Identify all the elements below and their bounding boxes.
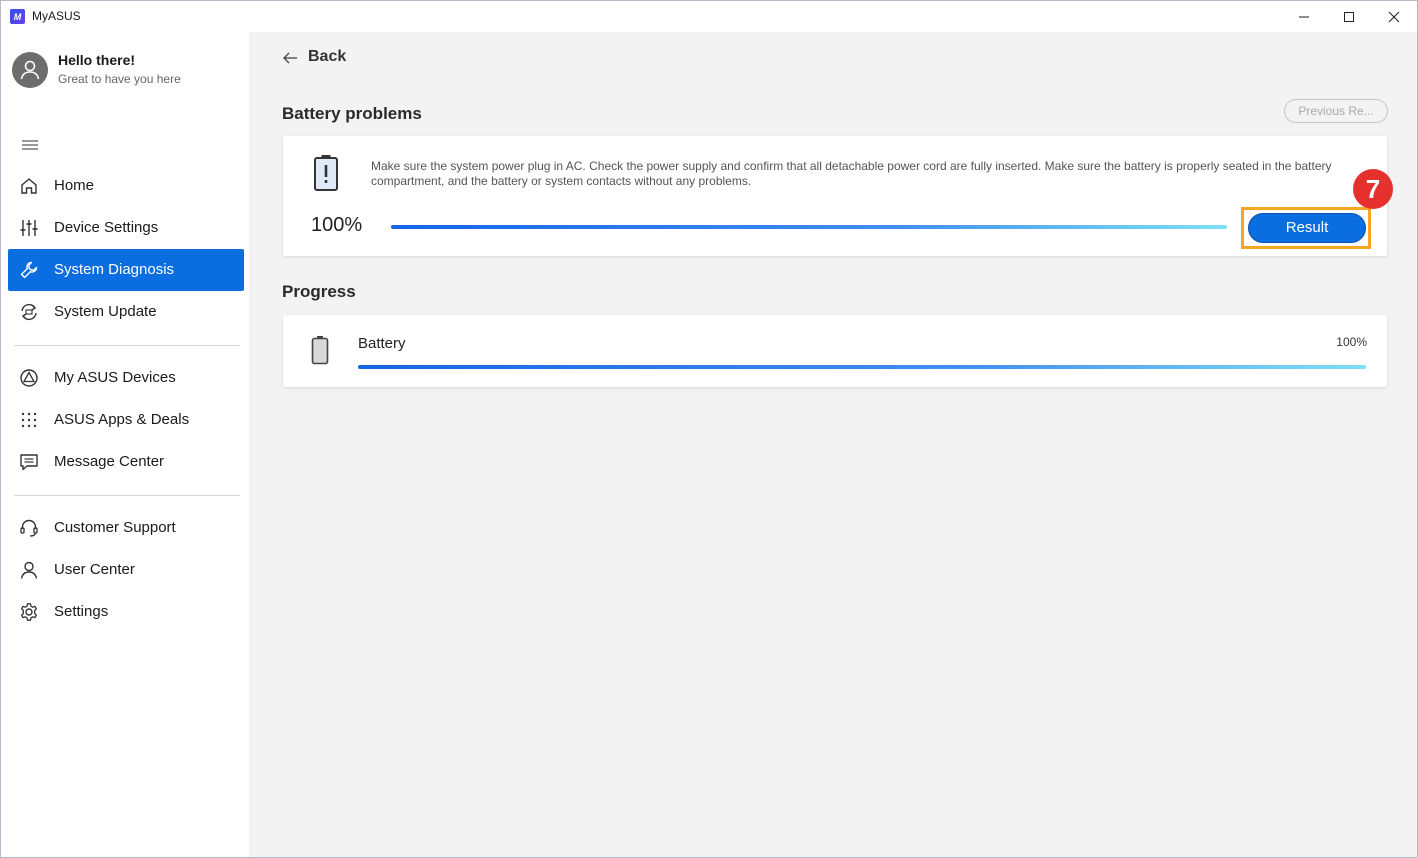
back-button[interactable]: Back <box>282 47 346 69</box>
progress-title: Progress <box>282 282 356 301</box>
user-avatar-icon <box>20 60 40 80</box>
headset-icon <box>20 519 38 537</box>
app-title: MyASUS <box>32 9 81 23</box>
myasus-window: M MyASUS Hello there! Great to have you … <box>0 0 1418 858</box>
sidebar-item-system-diagnosis[interactable]: System Diagnosis <box>8 249 244 291</box>
greeting-title: Hello there! <box>58 52 136 68</box>
sidebar-item-system-update[interactable]: System Update <box>8 291 244 333</box>
maximize-button[interactable] <box>1326 1 1372 32</box>
minimize-icon <box>1299 16 1309 17</box>
problem-title: Battery problems <box>282 104 422 123</box>
battery-warning-icon <box>314 155 338 191</box>
sidebar-item-customer-support[interactable]: Customer Support <box>8 507 244 549</box>
sidebar-item-label: Home <box>54 177 95 194</box>
sidebar-item-label: My ASUS Devices <box>54 369 176 386</box>
menu-toggle-button[interactable] <box>21 138 39 152</box>
sidebar-item-home[interactable]: Home <box>8 165 244 207</box>
previous-results-button[interactable]: Previous Re... <box>1284 99 1388 123</box>
close-button[interactable] <box>1371 1 1417 32</box>
sidebar-divider <box>14 495 240 496</box>
wrench-icon <box>20 261 38 279</box>
step-number-badge: 7 <box>1353 169 1393 209</box>
home-icon <box>21 178 37 194</box>
sidebar-item-label: System Update <box>54 303 157 320</box>
sidebar-item-settings[interactable]: Settings <box>8 591 244 633</box>
sidebar-item-label: Customer Support <box>54 519 176 536</box>
gear-icon <box>20 603 38 621</box>
progress-item-bar <box>358 365 1366 369</box>
hamburger-icon <box>22 140 38 150</box>
sidebar-item-label: Device Settings <box>54 219 159 236</box>
minimize-button[interactable] <box>1281 1 1327 32</box>
sidebar-item-label: Settings <box>54 603 109 620</box>
profile-section[interactable]: Hello there! Great to have you here <box>12 52 242 92</box>
greeting-subtitle: Great to have you here <box>58 72 181 86</box>
diagnosis-description: Make sure the system power plug in AC. C… <box>371 159 1332 188</box>
apps-grid-icon <box>21 412 37 428</box>
back-label: Back <box>308 48 347 65</box>
avatar[interactable] <box>12 52 48 88</box>
myasus-logo-icon: M <box>10 9 25 24</box>
sidebar-item-asus-apps-deals[interactable]: ASUS Apps & Deals <box>8 399 244 441</box>
diagnosis-card: Make sure the system power plug in AC. C… <box>283 136 1387 256</box>
message-icon <box>20 454 38 471</box>
sidebar-divider <box>14 345 240 346</box>
diagnosis-progress-bar <box>391 225 1227 229</box>
battery-icon <box>311 336 329 365</box>
sidebar-item-label: System Diagnosis <box>54 261 175 278</box>
sidebar-item-my-asus-devices[interactable]: My ASUS Devices <box>8 357 244 399</box>
sidebar-item-label: ASUS Apps & Deals <box>54 411 190 428</box>
sidebar-item-user-center[interactable]: User Center <box>8 549 244 591</box>
title-bar: M MyASUS <box>1 1 1417 32</box>
main-content: Back Battery problems Previous Re... Mak… <box>249 32 1417 857</box>
progress-item-percent: 100% <box>1336 335 1367 349</box>
sidebar-item-device-settings[interactable]: Device Settings <box>8 207 244 249</box>
diagnosis-percent: 100% <box>311 214 363 236</box>
sliders-icon <box>20 220 38 236</box>
sidebar-item-label: Message Center <box>54 453 165 470</box>
sidebar: Hello there! Great to have you here Home <box>2 32 249 857</box>
devices-icon <box>20 369 38 387</box>
update-icon <box>21 303 37 321</box>
sidebar-item-message-center[interactable]: Message Center <box>8 441 244 483</box>
progress-item-label: Battery <box>358 335 406 352</box>
progress-card: Battery 100% <box>283 315 1387 387</box>
user-icon <box>20 561 38 579</box>
result-button[interactable]: Result <box>1248 213 1366 243</box>
close-icon <box>1388 11 1400 22</box>
sidebar-item-label: User Center <box>54 561 135 578</box>
maximize-icon <box>1344 11 1354 22</box>
arrow-left-icon <box>283 52 297 64</box>
